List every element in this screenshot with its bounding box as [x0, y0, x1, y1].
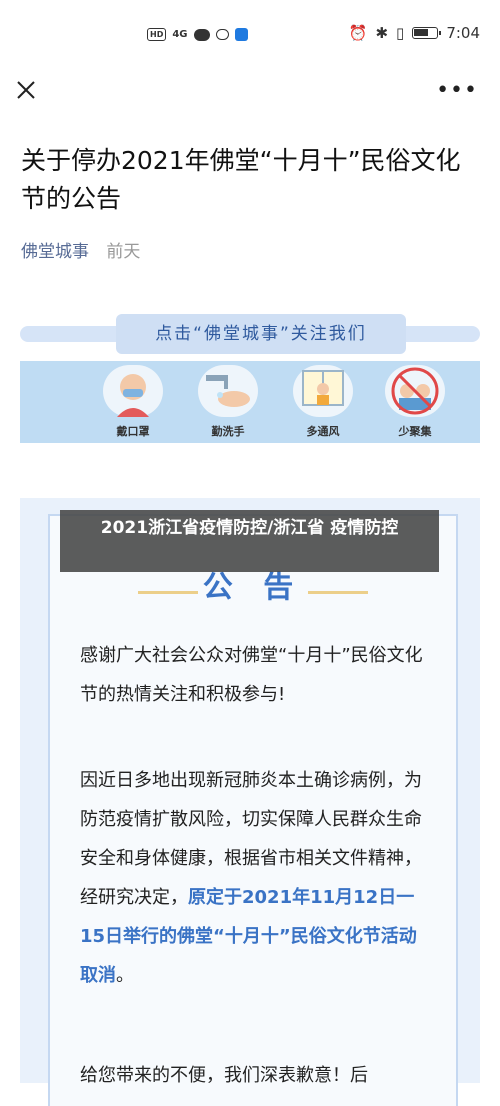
announcement-poster: 公 告 感谢广大社会公众对佛堂“十月十”民俗文化节的热情关注和积极参与! 因近日… [20, 498, 480, 1106]
status-left-icons: HD 4G [147, 28, 248, 41]
follow-text: 点击“佛堂城事”关注我们 [116, 314, 406, 354]
mask-illustration-icon [103, 365, 163, 417]
bluetooth-icon: ✱ [375, 24, 389, 42]
close-icon[interactable] [14, 78, 38, 102]
tip-label: 勤洗手 [211, 425, 245, 438]
tip-gathering: 少聚集 [370, 365, 460, 443]
tip-label: 多通风 [306, 425, 340, 438]
tip-label: 少聚集 [398, 425, 432, 438]
follow-banner[interactable]: 点击“佛堂城事”关注我们 [20, 310, 480, 356]
tip-ventilate: 多通风 [278, 365, 368, 443]
poster-paragraph-1: 感谢广大社会公众对佛堂“十月十”民俗文化节的热情关注和积极参与! [80, 645, 423, 705]
signal-icon: 4G [172, 29, 188, 40]
poster-paragraph-3: 给您带来的不便，我们深表歉意！后 [80, 1065, 368, 1086]
tip-label: 戴口罩 [116, 425, 150, 438]
battery-icon [412, 27, 442, 39]
more-icon[interactable]: ••• [436, 78, 478, 103]
article-meta: 佛堂城事 前天 [21, 237, 140, 262]
no-gathering-icon [385, 365, 445, 417]
vibrate-icon: ▯ [396, 24, 405, 42]
poster-frame: 公 告 感谢广大社会公众对佛堂“十月十”民俗文化节的热情关注和积极参与! 因近日… [48, 514, 458, 1106]
status-right-icons: ⏰ ✱ ▯ 7:04 [349, 24, 480, 42]
message-icon [215, 29, 229, 40]
publish-time: 前天 [106, 242, 141, 262]
clock: 7:04 [446, 24, 480, 42]
poster-paragraph-2: 因近日多地出现新冠肺炎本土确诊病例，为防范疫情扩散风险，切实保障人民群众生命安全… [80, 761, 425, 995]
watermark-overlay: 2021浙江省疫情防控/浙江省 疫情防控 [60, 510, 439, 572]
wechat-icon [193, 28, 210, 41]
app-notification-icon [234, 28, 248, 41]
handwash-illustration-icon [198, 365, 258, 417]
tips-banner: 戴口罩 勤洗手 多通风 少聚集 [20, 361, 480, 443]
alarm-icon: ⏰ [348, 24, 368, 42]
tip-mask: 戴口罩 [88, 365, 178, 443]
top-navigation: ••• [0, 72, 500, 112]
tip-wash: 勤洗手 [183, 365, 273, 443]
status-bar: HD 4G ⏰ ✱ ▯ 7:04 [0, 0, 500, 72]
article-title: 关于停办2021年佛堂“十月十”民俗文化节的公告 [21, 146, 461, 213]
paragraph-end: 。 [116, 965, 134, 986]
window-illustration-icon [293, 365, 353, 417]
hd-icon: HD [147, 28, 167, 41]
account-link[interactable]: 佛堂城事 [21, 242, 89, 262]
